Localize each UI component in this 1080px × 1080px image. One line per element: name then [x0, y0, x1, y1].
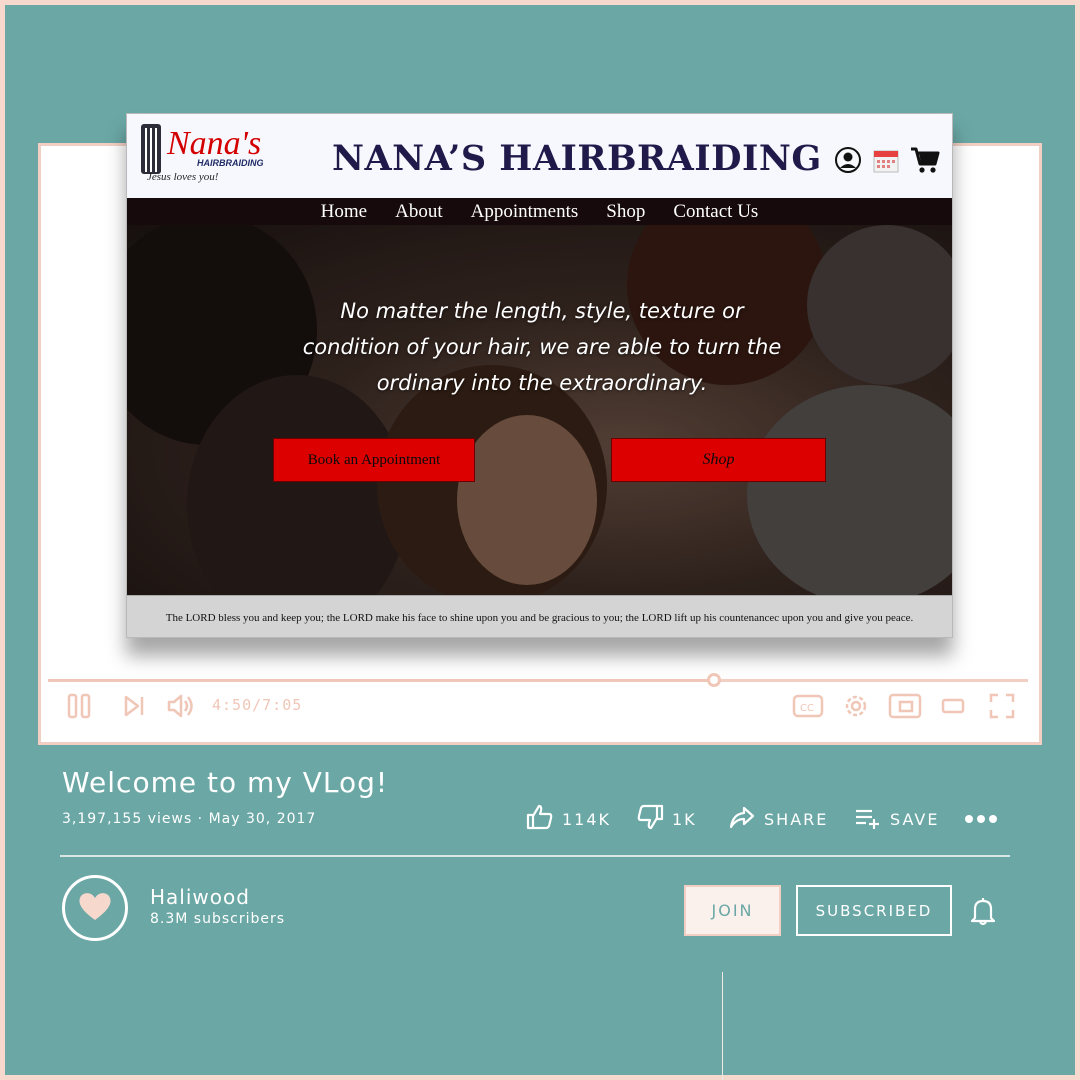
settings-icon[interactable]	[842, 692, 870, 720]
site-header: Nana's HAIRBRAIDING Jesus loves you! NAN…	[127, 114, 952, 198]
website-preview: Nana's HAIRBRAIDING Jesus loves you! NAN…	[126, 113, 953, 638]
like-button[interactable]: 114K	[526, 803, 611, 835]
theater-icon[interactable]	[940, 692, 966, 720]
captions-icon[interactable]: CC	[792, 692, 824, 720]
miniplayer-icon[interactable]	[888, 692, 922, 720]
volume-icon[interactable]	[166, 692, 196, 720]
footer-verse: The LORD bless you and keep you; the LOR…	[127, 595, 952, 637]
heart-icon	[77, 890, 113, 926]
pause-icon[interactable]	[66, 692, 92, 720]
book-appointment-button[interactable]: Book an Appointment	[273, 438, 475, 482]
cart-icon[interactable]	[910, 146, 940, 174]
nav-about[interactable]: About	[381, 198, 457, 225]
next-icon[interactable]	[122, 692, 146, 720]
svg-text:CC: CC	[800, 703, 814, 714]
site-logo[interactable]: Nana's HAIRBRAIDING Jesus loves you!	[137, 120, 295, 186]
logo-sub: HAIRBRAIDING	[197, 158, 264, 168]
subscribed-button[interactable]: SUBSCRIBED	[796, 885, 952, 936]
site-title: NANA’S HAIRBRAIDING	[332, 138, 822, 179]
dislike-button[interactable]: 1K	[636, 803, 697, 835]
progress-bar[interactable]	[48, 673, 1028, 687]
channel-subscribers: 8.3M subscribers	[150, 911, 286, 927]
more-icon	[962, 803, 1000, 835]
nav-appointments[interactable]: Appointments	[457, 198, 593, 225]
dislike-count: 1K	[672, 809, 697, 829]
site-nav: Home About Appointments Shop Contact Us	[127, 198, 952, 225]
video-actions: 114K 1K SHARE SAVE	[0, 803, 1080, 835]
calendar-icon[interactable]	[872, 146, 900, 174]
account-icon[interactable]	[834, 146, 862, 174]
hero-overlay	[127, 225, 952, 595]
channel-avatar[interactable]	[62, 875, 128, 941]
divider	[60, 855, 1010, 857]
share-button[interactable]: SHARE	[728, 803, 828, 835]
hero-tagline: No matter the length, style, texture or …	[302, 299, 782, 395]
bell-icon[interactable]	[970, 896, 996, 930]
share-icon	[728, 803, 756, 835]
thumbs-down-icon	[636, 803, 664, 835]
divider-line	[722, 972, 723, 1080]
nav-home[interactable]: Home	[307, 198, 381, 225]
join-button[interactable]: JOIN	[684, 885, 781, 936]
player-controls: CC	[0, 692, 1080, 722]
logo-tagline: Jesus loves you!	[147, 171, 219, 183]
share-label: SHARE	[764, 809, 829, 829]
nav-shop[interactable]: Shop	[592, 198, 659, 225]
progress-fill	[48, 679, 715, 682]
time-display: 4:50/7:05	[212, 696, 303, 714]
header-icons	[834, 146, 940, 174]
like-count: 114K	[562, 809, 612, 829]
save-button[interactable]: SAVE	[854, 803, 939, 835]
hero-banner: No matter the length, style, texture or …	[127, 225, 952, 595]
playlist-add-icon	[854, 803, 882, 835]
thumbs-up-icon	[526, 803, 554, 835]
channel-name[interactable]: Haliwood	[150, 885, 250, 909]
shop-button[interactable]: Shop	[611, 438, 826, 482]
nav-contact[interactable]: Contact Us	[659, 198, 772, 225]
more-options-button[interactable]	[962, 803, 1000, 835]
fullscreen-icon[interactable]	[988, 692, 1016, 720]
save-label: SAVE	[890, 809, 940, 829]
video-title: Welcome to my VLog!	[62, 766, 389, 799]
logo-title: Nana's	[166, 125, 261, 162]
